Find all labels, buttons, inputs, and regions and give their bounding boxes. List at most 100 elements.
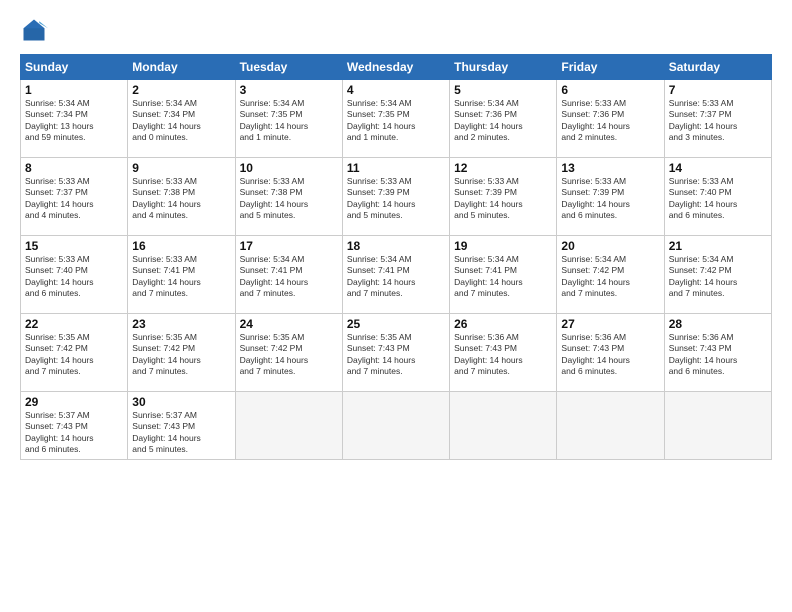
calendar-cell: 4Sunrise: 5:34 AMSunset: 7:35 PMDaylight… (342, 80, 449, 158)
calendar-cell: 16Sunrise: 5:33 AMSunset: 7:41 PMDayligh… (128, 236, 235, 314)
day-info: Sunrise: 5:34 AMSunset: 7:42 PMDaylight:… (669, 254, 767, 300)
day-number: 10 (240, 161, 338, 175)
calendar-cell: 30Sunrise: 5:37 AMSunset: 7:43 PMDayligh… (128, 392, 235, 460)
day-number: 19 (454, 239, 552, 253)
calendar-cell: 29Sunrise: 5:37 AMSunset: 7:43 PMDayligh… (21, 392, 128, 460)
calendar-cell (450, 392, 557, 460)
day-number: 2 (132, 83, 230, 97)
day-info: Sunrise: 5:36 AMSunset: 7:43 PMDaylight:… (454, 332, 552, 378)
calendar-cell: 14Sunrise: 5:33 AMSunset: 7:40 PMDayligh… (664, 158, 771, 236)
calendar-cell: 23Sunrise: 5:35 AMSunset: 7:42 PMDayligh… (128, 314, 235, 392)
day-number: 29 (25, 395, 123, 409)
day-info: Sunrise: 5:36 AMSunset: 7:43 PMDaylight:… (561, 332, 659, 378)
day-number: 8 (25, 161, 123, 175)
day-number: 6 (561, 83, 659, 97)
day-number: 12 (454, 161, 552, 175)
logo-icon (20, 16, 48, 44)
day-info: Sunrise: 5:33 AMSunset: 7:37 PMDaylight:… (25, 176, 123, 222)
calendar-cell: 15Sunrise: 5:33 AMSunset: 7:40 PMDayligh… (21, 236, 128, 314)
column-header-sunday: Sunday (21, 55, 128, 80)
column-header-friday: Friday (557, 55, 664, 80)
column-header-wednesday: Wednesday (342, 55, 449, 80)
day-info: Sunrise: 5:34 AMSunset: 7:35 PMDaylight:… (240, 98, 338, 144)
day-info: Sunrise: 5:36 AMSunset: 7:43 PMDaylight:… (669, 332, 767, 378)
day-info: Sunrise: 5:33 AMSunset: 7:36 PMDaylight:… (561, 98, 659, 144)
calendar-cell: 28Sunrise: 5:36 AMSunset: 7:43 PMDayligh… (664, 314, 771, 392)
calendar-cell: 11Sunrise: 5:33 AMSunset: 7:39 PMDayligh… (342, 158, 449, 236)
calendar-cell: 5Sunrise: 5:34 AMSunset: 7:36 PMDaylight… (450, 80, 557, 158)
calendar-week-row: 22Sunrise: 5:35 AMSunset: 7:42 PMDayligh… (21, 314, 772, 392)
day-info: Sunrise: 5:35 AMSunset: 7:42 PMDaylight:… (25, 332, 123, 378)
calendar-cell: 9Sunrise: 5:33 AMSunset: 7:38 PMDaylight… (128, 158, 235, 236)
calendar-cell (342, 392, 449, 460)
day-info: Sunrise: 5:33 AMSunset: 7:40 PMDaylight:… (25, 254, 123, 300)
day-info: Sunrise: 5:34 AMSunset: 7:35 PMDaylight:… (347, 98, 445, 144)
calendar-cell: 6Sunrise: 5:33 AMSunset: 7:36 PMDaylight… (557, 80, 664, 158)
calendar-week-row: 15Sunrise: 5:33 AMSunset: 7:40 PMDayligh… (21, 236, 772, 314)
day-number: 7 (669, 83, 767, 97)
calendar-header-row: SundayMondayTuesdayWednesdayThursdayFrid… (21, 55, 772, 80)
day-info: Sunrise: 5:33 AMSunset: 7:41 PMDaylight:… (132, 254, 230, 300)
calendar-cell: 18Sunrise: 5:34 AMSunset: 7:41 PMDayligh… (342, 236, 449, 314)
calendar-cell: 8Sunrise: 5:33 AMSunset: 7:37 PMDaylight… (21, 158, 128, 236)
day-info: Sunrise: 5:34 AMSunset: 7:41 PMDaylight:… (454, 254, 552, 300)
day-number: 20 (561, 239, 659, 253)
day-number: 24 (240, 317, 338, 331)
calendar-cell: 25Sunrise: 5:35 AMSunset: 7:43 PMDayligh… (342, 314, 449, 392)
day-number: 26 (454, 317, 552, 331)
day-info: Sunrise: 5:35 AMSunset: 7:43 PMDaylight:… (347, 332, 445, 378)
day-info: Sunrise: 5:33 AMSunset: 7:39 PMDaylight:… (561, 176, 659, 222)
calendar-cell: 17Sunrise: 5:34 AMSunset: 7:41 PMDayligh… (235, 236, 342, 314)
day-number: 17 (240, 239, 338, 253)
calendar-cell: 22Sunrise: 5:35 AMSunset: 7:42 PMDayligh… (21, 314, 128, 392)
day-info: Sunrise: 5:33 AMSunset: 7:38 PMDaylight:… (132, 176, 230, 222)
day-number: 15 (25, 239, 123, 253)
calendar-cell: 20Sunrise: 5:34 AMSunset: 7:42 PMDayligh… (557, 236, 664, 314)
day-number: 28 (669, 317, 767, 331)
calendar-cell: 27Sunrise: 5:36 AMSunset: 7:43 PMDayligh… (557, 314, 664, 392)
day-number: 22 (25, 317, 123, 331)
column-header-thursday: Thursday (450, 55, 557, 80)
day-number: 21 (669, 239, 767, 253)
header (20, 16, 772, 44)
calendar-cell: 19Sunrise: 5:34 AMSunset: 7:41 PMDayligh… (450, 236, 557, 314)
page: SundayMondayTuesdayWednesdayThursdayFrid… (0, 0, 792, 612)
day-number: 23 (132, 317, 230, 331)
column-header-monday: Monday (128, 55, 235, 80)
logo (20, 16, 52, 44)
day-info: Sunrise: 5:33 AMSunset: 7:39 PMDaylight:… (454, 176, 552, 222)
day-info: Sunrise: 5:33 AMSunset: 7:40 PMDaylight:… (669, 176, 767, 222)
day-number: 5 (454, 83, 552, 97)
day-info: Sunrise: 5:35 AMSunset: 7:42 PMDaylight:… (132, 332, 230, 378)
day-info: Sunrise: 5:34 AMSunset: 7:34 PMDaylight:… (132, 98, 230, 144)
calendar-cell: 7Sunrise: 5:33 AMSunset: 7:37 PMDaylight… (664, 80, 771, 158)
calendar-cell: 26Sunrise: 5:36 AMSunset: 7:43 PMDayligh… (450, 314, 557, 392)
day-info: Sunrise: 5:34 AMSunset: 7:36 PMDaylight:… (454, 98, 552, 144)
calendar-cell (557, 392, 664, 460)
day-number: 16 (132, 239, 230, 253)
day-number: 27 (561, 317, 659, 331)
day-number: 9 (132, 161, 230, 175)
day-number: 30 (132, 395, 230, 409)
day-number: 4 (347, 83, 445, 97)
day-info: Sunrise: 5:33 AMSunset: 7:38 PMDaylight:… (240, 176, 338, 222)
day-info: Sunrise: 5:34 AMSunset: 7:42 PMDaylight:… (561, 254, 659, 300)
calendar-cell: 21Sunrise: 5:34 AMSunset: 7:42 PMDayligh… (664, 236, 771, 314)
calendar-week-row: 8Sunrise: 5:33 AMSunset: 7:37 PMDaylight… (21, 158, 772, 236)
calendar-week-row: 29Sunrise: 5:37 AMSunset: 7:43 PMDayligh… (21, 392, 772, 460)
day-info: Sunrise: 5:37 AMSunset: 7:43 PMDaylight:… (25, 410, 123, 456)
calendar-cell (664, 392, 771, 460)
calendar-cell: 3Sunrise: 5:34 AMSunset: 7:35 PMDaylight… (235, 80, 342, 158)
day-info: Sunrise: 5:34 AMSunset: 7:34 PMDaylight:… (25, 98, 123, 144)
calendar-cell: 24Sunrise: 5:35 AMSunset: 7:42 PMDayligh… (235, 314, 342, 392)
day-number: 3 (240, 83, 338, 97)
day-info: Sunrise: 5:34 AMSunset: 7:41 PMDaylight:… (347, 254, 445, 300)
calendar-week-row: 1Sunrise: 5:34 AMSunset: 7:34 PMDaylight… (21, 80, 772, 158)
day-number: 1 (25, 83, 123, 97)
day-number: 25 (347, 317, 445, 331)
day-number: 18 (347, 239, 445, 253)
calendar-cell: 13Sunrise: 5:33 AMSunset: 7:39 PMDayligh… (557, 158, 664, 236)
calendar: SundayMondayTuesdayWednesdayThursdayFrid… (20, 54, 772, 460)
day-number: 14 (669, 161, 767, 175)
day-info: Sunrise: 5:35 AMSunset: 7:42 PMDaylight:… (240, 332, 338, 378)
